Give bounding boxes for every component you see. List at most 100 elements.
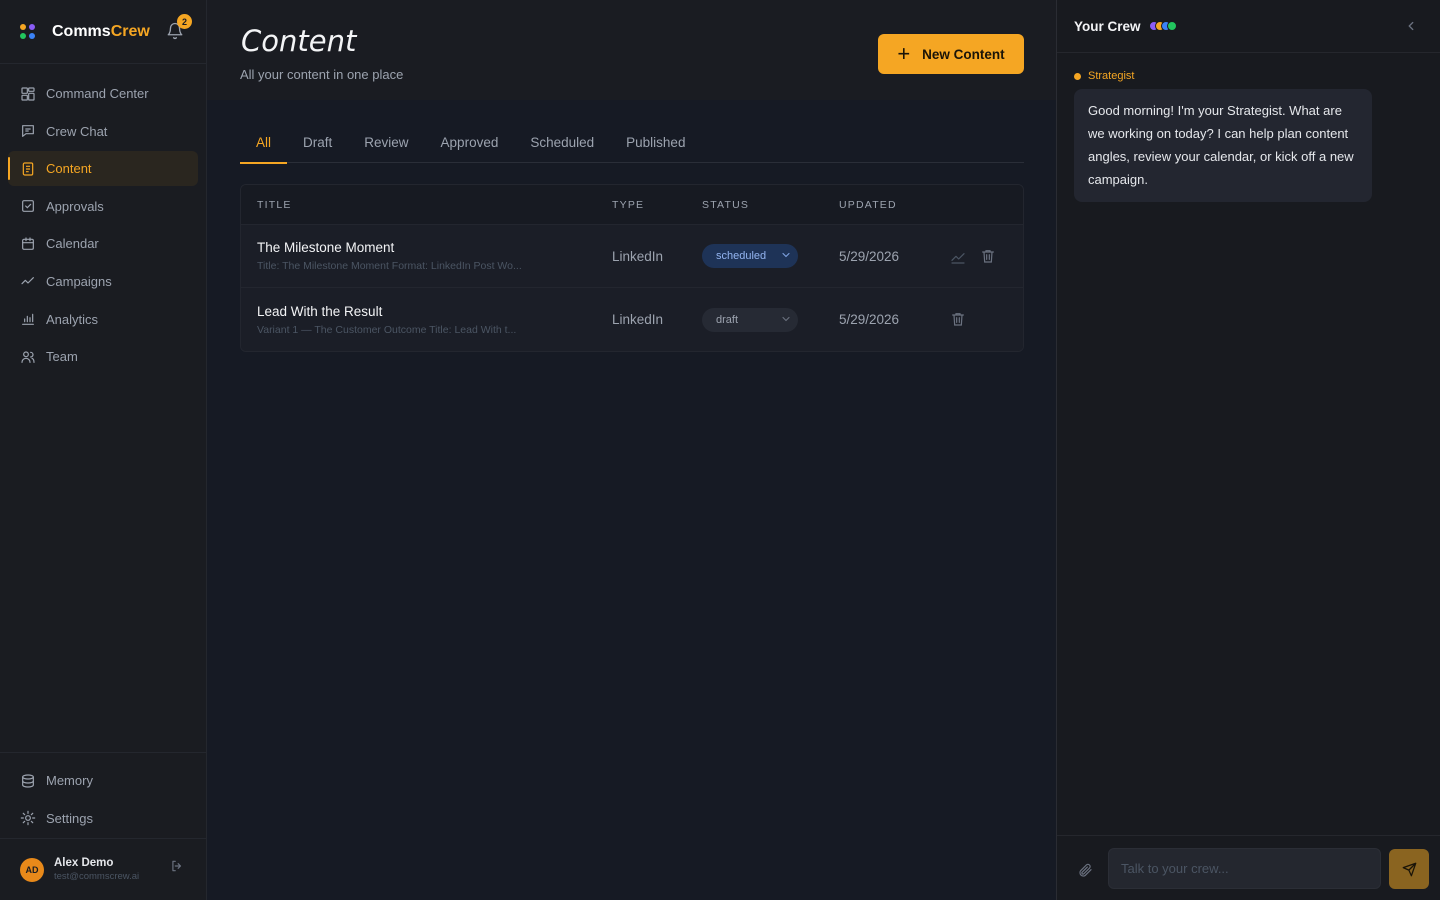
chevron-down-icon [782, 252, 790, 258]
column-header-status: STATUS [702, 198, 750, 211]
content-table: TITLE TYPE STATUS UPDATED The Milestone … [240, 184, 1024, 352]
status-tabs: All Draft Review Approved Scheduled Publ… [240, 124, 1024, 164]
status-value: draft [716, 313, 739, 326]
row-title[interactable]: The Milestone Moment [257, 240, 557, 255]
sidebar-item-label: Content [46, 161, 92, 177]
sidebar-item-label: Command Center [46, 86, 149, 101]
table-header: TITLE TYPE STATUS UPDATED [241, 185, 1023, 225]
page-title: Content [241, 24, 357, 58]
brand-header: CommsCrew 2 [0, 0, 206, 64]
user-info: Alex Demo test@commscrew.ai [54, 857, 139, 882]
page-header: Content All your content in one place + … [207, 0, 1056, 100]
row-type: LinkedIn [612, 312, 664, 327]
row-updated: 5/29/2026 [839, 312, 900, 327]
user-name: Alex Demo [54, 857, 114, 869]
document-icon [20, 161, 36, 177]
crew-panel: Your Crew Strategist Good morning! I'm y… [1056, 0, 1440, 900]
crew-panel-header: Your Crew [1057, 0, 1440, 53]
chat-icon [20, 123, 36, 139]
sidebar-item-label: Team [46, 349, 78, 365]
sidebar-nav: Command Center Crew Chat Content Approva… [0, 64, 206, 374]
row-title-cell: Lead With the Result Variant 1 — The Cus… [257, 304, 557, 336]
page-subtitle: All your content in one place [240, 67, 404, 82]
row-title[interactable]: Lead With the Result [257, 304, 557, 319]
paperclip-icon[interactable] [1077, 862, 1093, 878]
tab-scheduled[interactable]: Scheduled [514, 124, 610, 163]
chat-input[interactable] [1108, 848, 1381, 889]
tab-draft[interactable]: Draft [287, 124, 348, 163]
sidebar-item-label: Campaigns [46, 273, 112, 289]
row-status-cell: draft [702, 307, 798, 332]
plus-icon: + [897, 41, 911, 66]
sidebar: CommsCrew 2 Command Center Crew Chat Con… [0, 0, 207, 900]
sidebar-item-label: Settings [46, 810, 93, 826]
trash-icon[interactable] [980, 248, 996, 264]
crew-panel-title: Your Crew [1074, 18, 1141, 34]
sidebar-item-team[interactable]: Team [8, 339, 198, 374]
row-status-cell: scheduled [702, 244, 798, 268]
agent-label: Strategist [1074, 70, 1134, 82]
sidebar-item-label: Analytics [46, 311, 99, 327]
main-content: Content All your content in one place + … [207, 0, 1056, 900]
column-header-type: TYPE [612, 198, 645, 211]
logo-icon [20, 23, 36, 40]
sidebar-item-label: Approvals [46, 198, 104, 214]
row-excerpt: Title: The Milestone Moment Format: Link… [257, 260, 522, 272]
new-content-button[interactable]: + New Content [878, 34, 1024, 74]
status-dropdown[interactable]: scheduled [702, 244, 798, 268]
avatar: AD [20, 857, 44, 882]
database-icon [20, 773, 36, 789]
sidebar-item-analytics[interactable]: Analytics [8, 302, 198, 337]
status-dropdown[interactable]: draft [702, 307, 798, 332]
tab-review[interactable]: Review [348, 124, 424, 163]
sidebar-item-label: Memory [46, 773, 93, 788]
tab-approved[interactable]: Approved [425, 124, 515, 163]
row-title-cell: The Milestone Moment Title: The Mileston… [257, 240, 557, 272]
user-email: test@commscrew.ai [54, 871, 140, 882]
grid-icon [20, 86, 36, 102]
sidebar-item-label: Crew Chat [46, 123, 108, 139]
status-value: scheduled [716, 250, 767, 262]
chat-message: Good morning! I'm your Strategist. What … [1074, 89, 1372, 202]
new-content-label: New Content [922, 46, 1005, 62]
user-profile[interactable]: AD Alex Demo test@commscrew.ai [0, 838, 206, 900]
sidebar-item-command-center[interactable]: Command Center [8, 76, 198, 111]
notification-badge: 2 [177, 14, 192, 29]
table-row[interactable]: Lead With the Result Variant 1 — The Cus… [241, 288, 1023, 351]
trend-icon [20, 273, 36, 289]
users-icon [20, 349, 36, 365]
analytics-icon[interactable] [950, 249, 966, 265]
row-excerpt: Variant 1 — The Customer Outcome Title: … [257, 323, 517, 336]
chevron-left-icon[interactable] [1404, 19, 1418, 33]
sidebar-bottom-nav: Memory Settings [0, 752, 206, 838]
table-row[interactable]: The Milestone Moment Title: The Mileston… [241, 225, 1023, 288]
sidebar-item-settings[interactable]: Settings [8, 801, 198, 836]
check-square-icon [20, 198, 36, 214]
logout-icon[interactable] [170, 859, 184, 873]
agent-name: Strategist [1088, 70, 1135, 82]
brand-name: CommsCrew [52, 22, 150, 40]
sidebar-item-calendar[interactable]: Calendar [8, 226, 198, 261]
calendar-icon [20, 236, 36, 252]
gear-icon [20, 810, 36, 826]
bar-chart-icon [20, 311, 36, 327]
trash-icon[interactable] [950, 311, 966, 327]
chevron-down-icon [782, 316, 790, 321]
sidebar-item-content[interactable]: Content [8, 151, 198, 187]
sidebar-item-memory[interactable]: Memory [8, 763, 198, 798]
row-updated: 5/29/2026 [839, 248, 900, 264]
row-type: LinkedIn [612, 248, 664, 264]
chat-composer [1057, 835, 1440, 900]
column-header-updated: UPDATED [839, 198, 897, 211]
sidebar-item-label: Calendar [46, 236, 99, 252]
sidebar-item-crew-chat[interactable]: Crew Chat [8, 114, 198, 149]
send-icon [1402, 862, 1416, 876]
column-header-title: TITLE [257, 198, 292, 211]
tab-all[interactable]: All [240, 124, 288, 164]
crew-avatars [1148, 21, 1177, 31]
tab-published[interactable]: Published [610, 124, 701, 163]
sidebar-item-approvals[interactable]: Approvals [8, 189, 198, 224]
send-button[interactable] [1389, 849, 1429, 889]
agent-status-dot [1074, 72, 1081, 80]
sidebar-item-campaigns[interactable]: Campaigns [8, 264, 198, 299]
